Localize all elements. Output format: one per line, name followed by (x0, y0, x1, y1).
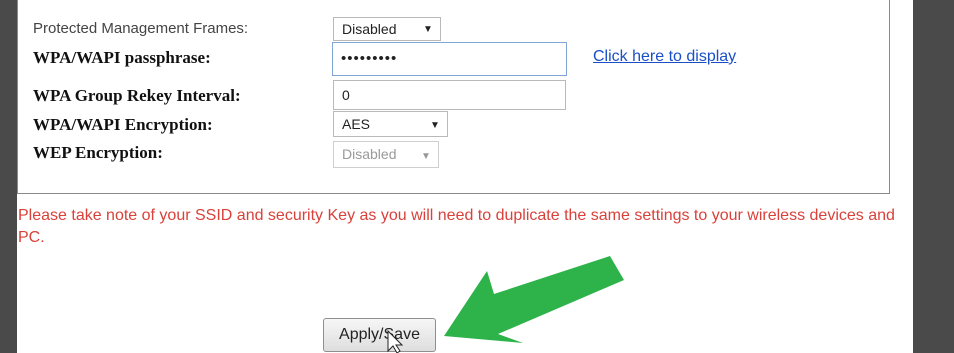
mouse-pointer-icon (387, 329, 404, 353)
green-arrow-icon (444, 256, 624, 343)
annotation-overlay (387, 256, 624, 353)
